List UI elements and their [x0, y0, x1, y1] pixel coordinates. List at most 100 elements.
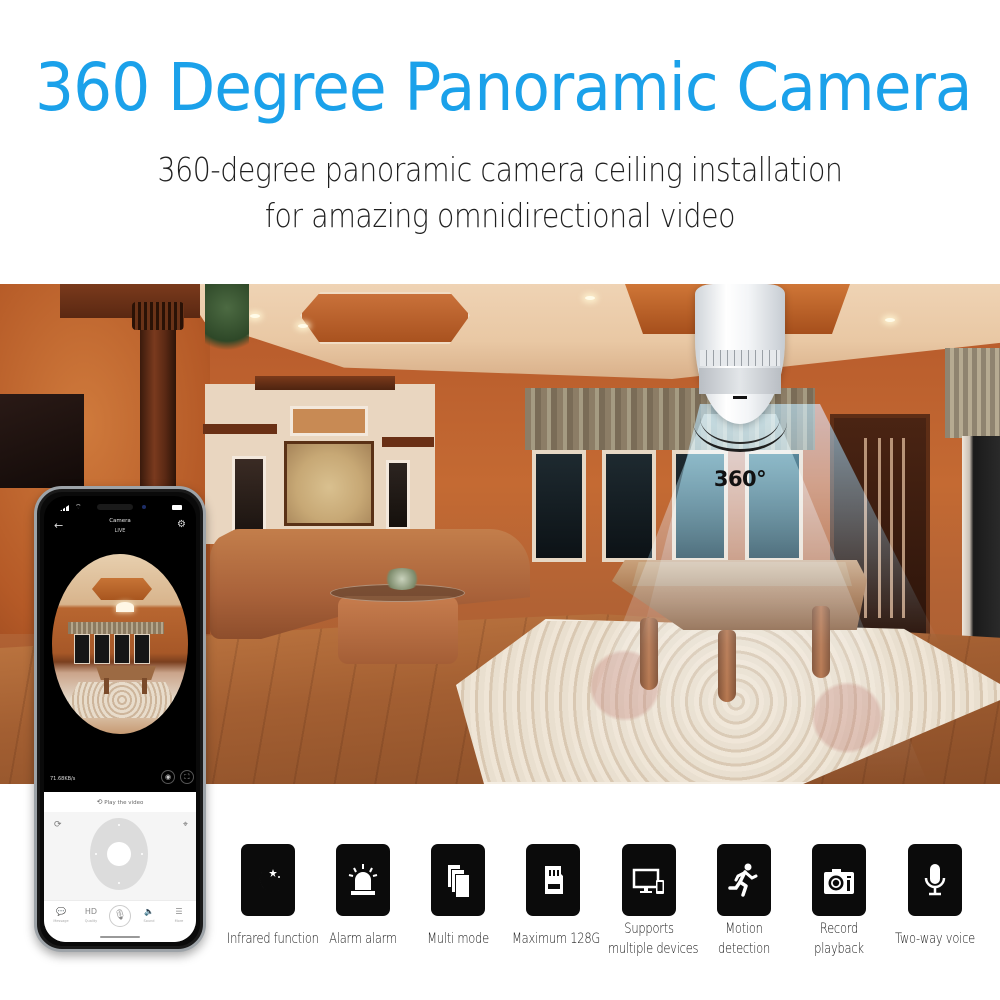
feature-label: Multi mode — [427, 931, 489, 947]
app-header: ← Camera LIVE ⚙ — [44, 518, 196, 546]
moon-stars-icon — [259, 868, 280, 893]
feature-tile — [431, 844, 485, 916]
nav-label: Message — [53, 919, 69, 923]
talk-mic-button[interactable]: 🎙 — [109, 905, 131, 927]
subtitle-line-1: 360-degree panoramic camera ceiling inst… — [157, 150, 843, 189]
camera-title: Camera — [109, 518, 131, 524]
dpad-left[interactable] — [95, 853, 97, 855]
window — [532, 450, 586, 562]
fullscreen-button[interactable]: ⛶ — [180, 770, 194, 784]
centerpiece — [382, 568, 422, 590]
ceiling-coffer — [92, 578, 152, 600]
window — [94, 634, 110, 664]
dpad-up[interactable] — [118, 824, 120, 826]
dpad-center[interactable] — [107, 842, 131, 866]
nav-more[interactable]: ☰ More — [164, 907, 194, 923]
feature-list: Infrared function Alarm alarm Multi mode… — [222, 844, 1000, 974]
feature-infrared: Infrared function — [218, 844, 319, 949]
recessed-light — [885, 318, 895, 322]
window — [602, 450, 656, 562]
dpad-down[interactable] — [118, 882, 120, 884]
ottoman-table — [338, 596, 458, 664]
feature-tile — [526, 844, 580, 916]
replay-icon: ⟲ — [96, 798, 103, 806]
recessed-light — [250, 314, 260, 318]
nav-label: Quality — [84, 919, 98, 923]
ptz-direction-pad[interactable] — [90, 818, 148, 890]
crown-molding — [382, 437, 434, 447]
target-icon[interactable]: ⌖ — [183, 820, 188, 830]
feature-label: Motion — [725, 921, 763, 937]
feature-tile — [336, 844, 390, 916]
pool-table-leg — [142, 678, 147, 694]
bottom-nav: 💬 Message HD Quality 🎙 🔈 Sound ☰ More — [44, 900, 196, 942]
feature-label: Supports — [624, 921, 674, 937]
roman-blinds — [68, 622, 164, 634]
nav-sound[interactable]: 🔈 Sound — [134, 907, 164, 923]
ceiling-coffer — [300, 292, 470, 344]
window — [74, 634, 90, 664]
display-niche — [386, 460, 410, 530]
sd-card-icon — [545, 866, 563, 894]
menu-icon: ☰ — [175, 907, 183, 916]
feature-tile — [812, 844, 866, 916]
feature-label: Record — [819, 921, 859, 937]
window — [134, 634, 150, 664]
display-niche — [232, 456, 266, 536]
wall-tv — [0, 394, 84, 488]
phone-screen: ⌔ ← Camera LIVE ⚙ 71.68KB/s ◉ ⛶ ⟲ Play t… — [44, 496, 196, 942]
fisheye-video-feed[interactable] — [52, 554, 188, 734]
feature-multi-device: Supports multiple devices — [599, 844, 699, 959]
pendant-lamp — [116, 602, 134, 612]
window — [114, 634, 130, 664]
gear-icon[interactable]: ⚙ — [177, 519, 186, 531]
play-video-button[interactable]: ⟲ Play the video — [44, 792, 196, 812]
phone-mockup: ⌔ ← Camera LIVE ⚙ 71.68KB/s ◉ ⛶ ⟲ Play t… — [34, 486, 206, 952]
feature-label: Two-way voice — [895, 931, 975, 947]
nav-message[interactable]: 💬 Message — [46, 907, 76, 923]
feature-two-way-voice: Two-way voice — [885, 844, 985, 949]
message-icon: 💬 — [56, 907, 66, 916]
crown-molding — [255, 376, 395, 390]
rotation-degree-label: 360° — [713, 467, 767, 491]
alarm-siren-icon — [348, 864, 378, 895]
roman-blind — [945, 348, 1000, 438]
hd-icon: HD — [84, 907, 98, 916]
feature-label: playback — [814, 941, 864, 957]
recessed-light — [585, 296, 595, 300]
patio-door — [962, 436, 1000, 666]
sd-slot — [733, 396, 747, 399]
feature-alarm: Alarm alarm — [313, 844, 413, 949]
feature-label: detection — [717, 941, 770, 957]
control-panel: ⟲ Play the video ⟳ ⌖ 💬 Message HD Qualit… — [44, 792, 196, 942]
subtitle-line-2: for amazing omnidirectional video — [264, 196, 736, 235]
nav-label: Sound — [143, 919, 155, 923]
feature-label: Maximum 128G — [512, 931, 601, 947]
feature-tile — [717, 844, 771, 916]
bulb-lens-band — [699, 368, 781, 394]
live-status: LIVE — [114, 528, 126, 534]
feature-tile — [622, 844, 676, 916]
microphone-icon — [924, 864, 946, 896]
feature-multi-mode: Multi mode — [408, 844, 508, 949]
feature-tile — [241, 844, 295, 916]
dpad-right[interactable] — [141, 853, 143, 855]
multi-pages-icon — [448, 865, 469, 897]
column-capital — [132, 302, 184, 330]
nav-quality[interactable]: HD Quality — [76, 907, 106, 923]
display-niche — [290, 406, 368, 436]
signal-icon — [60, 505, 69, 511]
camera-icon — [824, 869, 854, 894]
feature-label: multiple devices — [608, 941, 699, 957]
page-title: 360 Degree Panoramic Camera — [35, 49, 973, 126]
speaker-notch — [97, 504, 133, 510]
wifi-icon: ⌔ — [75, 503, 82, 511]
rotate-icon[interactable]: ⟳ — [54, 820, 62, 830]
feature-label: Alarm alarm — [329, 931, 397, 947]
nav-label: More — [174, 919, 184, 923]
area-rug — [60, 682, 184, 718]
home-indicator — [100, 936, 140, 938]
snapshot-button[interactable]: ◉ — [161, 770, 175, 784]
framed-map — [284, 441, 374, 526]
running-person-icon — [728, 863, 758, 897]
